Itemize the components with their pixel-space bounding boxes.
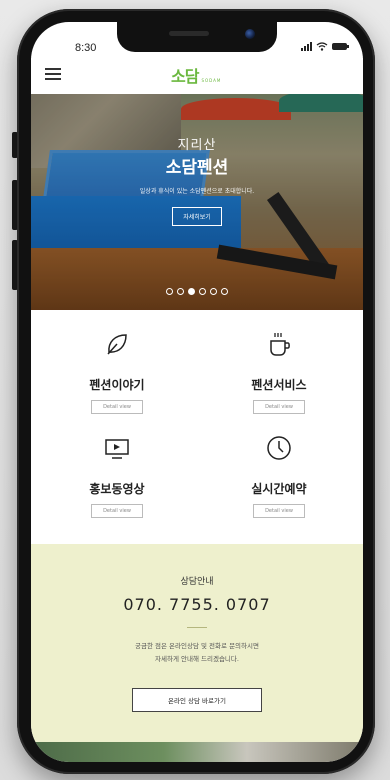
menu-label: 펜션이야기 xyxy=(89,378,145,392)
detail-view-button[interactable]: Detail view xyxy=(91,504,143,518)
front-camera xyxy=(245,29,255,39)
leaf-icon xyxy=(107,334,127,355)
menu-grid: 펜션이야기 Detail view 펜션서비스 Detail view 홍보동영… xyxy=(31,310,363,544)
hero-description: 일상과 휴식이 있는 소담펜션으로 초대합니다. xyxy=(139,188,255,195)
menu-item-pension-story[interactable]: 펜션이야기 Detail view xyxy=(57,330,177,414)
menu-label: 펜션서비스 xyxy=(251,378,307,392)
logo-subtext: SODAM xyxy=(201,78,222,83)
hero-subtitle: 지리산 xyxy=(177,138,217,153)
detail-view-button[interactable]: Detail view xyxy=(91,400,143,414)
online-consult-button[interactable]: 온라인 상담 바로가기 xyxy=(132,688,262,712)
slider-dot[interactable] xyxy=(166,288,173,295)
video-play-icon xyxy=(105,439,129,459)
contact-desc-line: 자세하게 안내해 드리겠습니다. xyxy=(155,655,239,663)
divider xyxy=(187,627,207,628)
slider-dots xyxy=(31,288,363,295)
notch xyxy=(117,22,277,52)
hero-banner: 지리산 소담펜션 일상과 휴식이 있는 소담펜션으로 초대합니다. 자세히보기 xyxy=(31,88,363,310)
signal-icon xyxy=(301,42,312,51)
slider-dot[interactable] xyxy=(177,288,184,295)
status-time: 8:30 xyxy=(75,42,97,54)
logo[interactable]: 소담 SODAM xyxy=(171,63,221,87)
menu-label: 홍보동영상 xyxy=(89,482,145,496)
menu-item-promo-video[interactable]: 홍보동영상 Detail view xyxy=(57,434,177,518)
status-icons xyxy=(301,42,349,51)
slider-dot[interactable] xyxy=(221,288,228,295)
slider-dot[interactable] xyxy=(199,288,206,295)
slider-dot-active[interactable] xyxy=(188,288,195,295)
hamburger-menu-icon[interactable] xyxy=(45,68,61,80)
hero-text: 지리산 소담펜션 일상과 휴식이 있는 소담펜션으로 초대합니다. 자세히보기 xyxy=(31,134,363,226)
menu-item-pension-service[interactable]: 펜션서비스 Detail view xyxy=(219,330,339,414)
wifi-icon xyxy=(316,42,328,51)
menu-label: 실시간예약 xyxy=(251,482,307,496)
menu-item-realtime-reservation[interactable]: 실시간예약 Detail view xyxy=(219,434,339,518)
contact-description: 궁금한 점은 온라인상담 및 전화로 문의하시면 자세하게 안내해 드리겠습니다… xyxy=(31,640,363,666)
logo-text: 소담 xyxy=(171,67,199,86)
hero-title: 소담펜션 xyxy=(165,158,229,178)
bottom-photo xyxy=(31,742,363,762)
detail-view-button[interactable]: Detail view xyxy=(253,400,305,414)
detail-view-button[interactable]: Detail view xyxy=(253,504,305,518)
contact-title: 상담안내 xyxy=(180,577,214,587)
speaker xyxy=(169,31,209,36)
phone-screen: 8:30 소담 SODAM 지리산 소담펜션 일상과 휴식이 있는 소담펜션으로… xyxy=(31,22,363,762)
coffee-cup-icon xyxy=(270,333,290,356)
clock-icon xyxy=(267,436,291,460)
hero-detail-button[interactable]: 자세히보기 xyxy=(172,207,222,226)
slider-dot[interactable] xyxy=(210,288,217,295)
contact-section: 상담안내 070. 7755. 0707 궁금한 점은 온라인상담 및 전화로 … xyxy=(31,544,363,742)
battery-icon xyxy=(332,43,349,50)
contact-phone[interactable]: 070. 7755. 0707 xyxy=(31,595,363,614)
contact-desc-line: 궁금한 점은 온라인상담 및 전화로 문의하시면 xyxy=(135,642,259,650)
